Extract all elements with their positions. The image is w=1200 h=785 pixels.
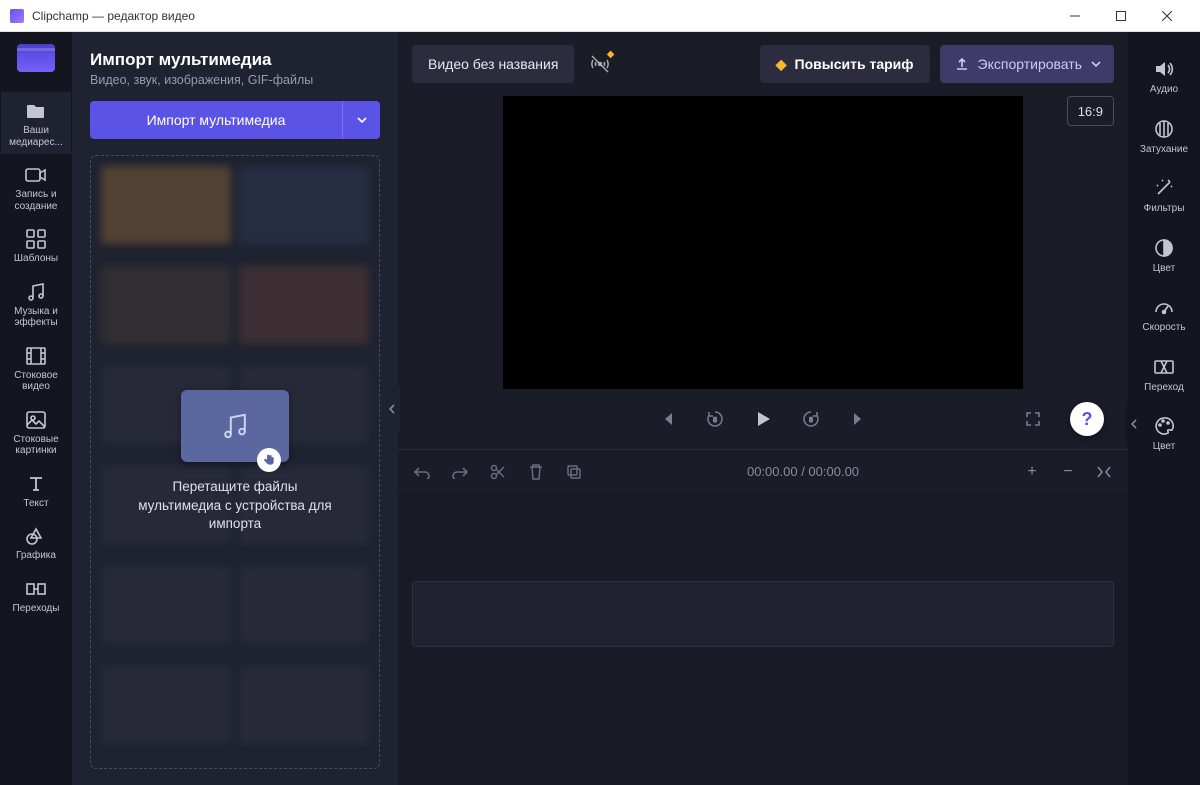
redo-button[interactable] xyxy=(450,462,470,482)
music-icon xyxy=(25,281,47,303)
brand-logo-icon[interactable] xyxy=(17,44,55,72)
prop-speed[interactable]: Скорость xyxy=(1129,288,1199,342)
help-button[interactable]: ? xyxy=(1070,402,1104,436)
aspect-ratio-button[interactable]: 16:9 xyxy=(1067,96,1114,126)
prop-audio[interactable]: Аудио xyxy=(1129,50,1199,104)
export-button[interactable]: Экспортировать xyxy=(940,45,1114,83)
video-preview[interactable] xyxy=(503,96,1023,389)
property-rail: Аудио Затухание Фильтры Цвет Скорость Пе… xyxy=(1128,32,1200,785)
maximize-button[interactable] xyxy=(1098,0,1144,32)
grid-icon xyxy=(25,228,47,250)
camera-icon xyxy=(25,164,47,186)
nav-rail: Ваши медиарес... Запись и создание Шабло… xyxy=(0,32,72,785)
forward-5-button[interactable]: 5 xyxy=(798,406,824,432)
nav-graphics[interactable]: Графика xyxy=(1,517,71,568)
nav-record[interactable]: Запись и создание xyxy=(1,156,71,218)
chevron-down-icon xyxy=(1090,60,1102,68)
app-logo-icon xyxy=(10,9,24,23)
upload-icon xyxy=(954,56,970,72)
speedometer-icon xyxy=(1153,296,1175,318)
titlebar: Clipchamp — редактор видео xyxy=(0,0,1200,32)
image-icon xyxy=(25,409,47,431)
minimize-button[interactable] xyxy=(1052,0,1098,32)
nav-your-media[interactable]: Ваши медиарес... xyxy=(1,92,71,154)
svg-text:5: 5 xyxy=(809,418,813,424)
broadcast-button[interactable]: ◆ xyxy=(584,45,616,83)
stage: Видео без названия ◆ ◆ Повысить тариф Эк… xyxy=(398,32,1128,785)
prop-fade[interactable]: Затухание xyxy=(1129,110,1199,164)
timeline[interactable] xyxy=(398,493,1128,785)
import-media-button[interactable]: Импорт мультимедиа xyxy=(90,101,342,139)
nav-stock-video[interactable]: Стоковое видео xyxy=(1,337,71,399)
contrast-icon xyxy=(1153,237,1175,259)
svg-text:5: 5 xyxy=(713,418,717,424)
timeline-track[interactable] xyxy=(412,581,1114,647)
palette-icon xyxy=(1153,415,1175,437)
chevron-left-icon xyxy=(1130,418,1138,430)
timeline-drop-area[interactable] xyxy=(412,513,1114,569)
nav-text[interactable]: Текст xyxy=(1,465,71,516)
duplicate-button[interactable] xyxy=(564,462,584,482)
import-dropdown-button[interactable] xyxy=(342,101,380,139)
undo-button[interactable] xyxy=(412,462,432,482)
panel-subtitle: Видео, звук, изображения, GIF-файлы xyxy=(90,73,380,87)
diamond-icon: ◆ xyxy=(776,56,787,73)
diamond-badge-icon: ◆ xyxy=(607,49,615,60)
skip-end-button[interactable] xyxy=(846,406,872,432)
speaker-icon xyxy=(1153,58,1175,80)
nav-music[interactable]: Музыка и эффекты xyxy=(1,273,71,335)
delete-button[interactable] xyxy=(526,462,546,482)
nav-stock-images[interactable]: Стоковые картинки xyxy=(1,401,71,463)
film-icon xyxy=(25,345,47,367)
wand-icon xyxy=(1153,177,1175,199)
fade-icon xyxy=(1153,118,1175,140)
media-panel: Импорт мультимедиа Видео, звук, изображе… xyxy=(72,32,398,785)
question-icon: ? xyxy=(1082,409,1093,430)
dropzone-text: Перетащите файлы мультимедиа с устройств… xyxy=(130,478,340,535)
split-button[interactable] xyxy=(488,462,508,482)
shapes-icon xyxy=(25,525,47,547)
panel-title: Импорт мультимедиа xyxy=(90,50,380,70)
transition-icon xyxy=(25,578,47,600)
prop-transition[interactable]: Переход xyxy=(1129,348,1199,402)
collapse-panel-button[interactable] xyxy=(384,387,400,431)
play-button[interactable] xyxy=(750,406,776,432)
nav-transitions[interactable]: Переходы xyxy=(1,570,71,621)
rewind-5-button[interactable]: 5 xyxy=(702,406,728,432)
text-icon xyxy=(25,473,47,495)
transition2-icon xyxy=(1153,356,1175,378)
media-dropzone[interactable]: Перетащите файлы мультимедиа с устройств… xyxy=(90,155,380,769)
prop-adjust-color[interactable]: Цвет xyxy=(1129,229,1199,283)
drop-tile-icon xyxy=(181,390,289,462)
chevron-down-icon xyxy=(356,116,368,124)
collapse-properties-button[interactable] xyxy=(1126,402,1142,446)
zoom-in-button[interactable]: + xyxy=(1022,462,1042,482)
prop-filters[interactable]: Фильтры xyxy=(1129,169,1199,223)
window-title: Clipchamp — редактор видео xyxy=(32,9,195,23)
zoom-out-button[interactable]: − xyxy=(1058,462,1078,482)
zoom-fit-button[interactable] xyxy=(1094,462,1114,482)
folder-icon xyxy=(25,100,47,122)
hand-icon xyxy=(257,448,281,472)
chevron-left-icon xyxy=(388,403,396,415)
project-title-chip[interactable]: Видео без названия xyxy=(412,45,574,83)
nav-templates[interactable]: Шаблоны xyxy=(1,220,71,271)
upgrade-button[interactable]: ◆ Повысить тариф xyxy=(760,45,930,83)
fullscreen-button[interactable] xyxy=(1020,406,1046,432)
skip-start-button[interactable] xyxy=(654,406,680,432)
close-button[interactable] xyxy=(1144,0,1190,32)
timecode: 00:00.00 / 00:00.00 xyxy=(747,464,859,479)
